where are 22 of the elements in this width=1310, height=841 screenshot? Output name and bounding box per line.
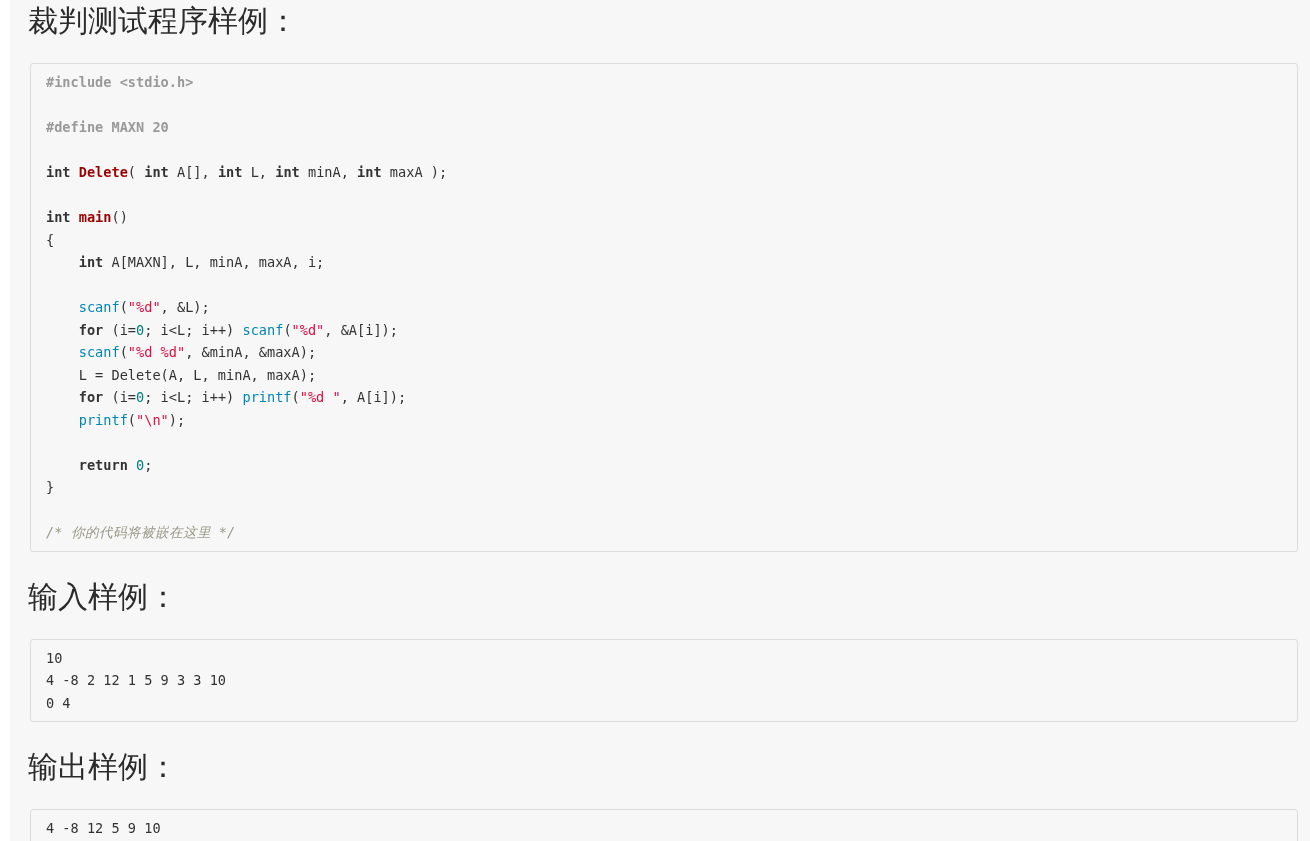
code-line: scanf("%d %d", &minA, &maxA); bbox=[77, 343, 317, 362]
code-line: scanf("%d", &L); bbox=[77, 298, 210, 317]
code-line: for (i=0; i<L; i++) scanf("%d", &A[i]); bbox=[77, 320, 398, 340]
code-line: 10 bbox=[46, 648, 63, 668]
code-line: { bbox=[46, 230, 55, 250]
code-line: printf("\n"); bbox=[77, 410, 186, 430]
code-line: L = Delete(A, L, minA, maxA); bbox=[77, 365, 317, 385]
code-line: int Delete( int A[], int L, int minA, int maxA ); bbox=[46, 163, 448, 182]
code-line: int A[MAXN], L, minA, maxA, i; bbox=[77, 253, 325, 272]
code-line: /* 你的代码将被嵌在这里 */ bbox=[46, 523, 236, 542]
code-line: 4 -8 2 12 1 5 9 3 3 10 bbox=[46, 671, 227, 690]
section-heading: 裁判测试程序样例： bbox=[28, 3, 298, 39]
code-line: int main() bbox=[46, 208, 128, 227]
code-line: 4 -8 12 5 9 10 bbox=[46, 819, 161, 838]
code-line: 0 4 bbox=[46, 693, 71, 713]
code-line: #include <stdio.h> bbox=[46, 73, 194, 92]
code-line: #define MAXN 20 bbox=[46, 118, 169, 137]
section-heading: 输出样例： bbox=[28, 749, 178, 785]
section-heading: 输入样例： bbox=[28, 578, 178, 615]
code-line: } bbox=[46, 478, 55, 497]
code-line: for (i=0; i<L; i++) printf("%d ", A[i]); bbox=[77, 388, 407, 407]
code-line: return 0; bbox=[77, 455, 153, 475]
